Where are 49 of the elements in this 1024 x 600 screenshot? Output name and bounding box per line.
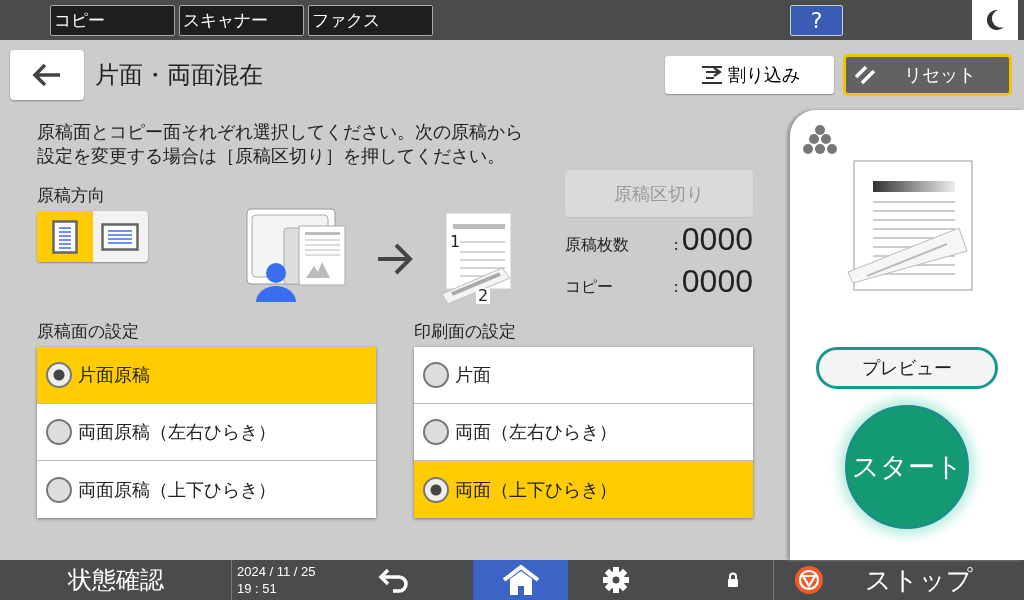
instruction-text: 原稿面とコピー面それぞれ選択してください。次の原稿から [37, 120, 524, 144]
interrupt-button[interactable]: 割り込み [665, 56, 834, 94]
reset-slashes-icon [854, 64, 878, 86]
screen-title: 片面・両面混在 [95, 60, 263, 91]
count-colon: : [673, 277, 679, 296]
help-button[interactable]: ? [790, 4, 843, 36]
count-colon: : [673, 235, 679, 254]
radio-option[interactable]: 両面原稿（上下ひらき） [37, 461, 376, 518]
home-button[interactable] [473, 560, 568, 600]
app-tab[interactable]: スキャナー [179, 4, 304, 36]
back-arrow-icon [32, 63, 62, 87]
settings-icon [602, 567, 629, 593]
radio-option[interactable]: 両面（左右ひらき） [414, 404, 753, 461]
landscape-page-icon [101, 222, 140, 251]
stop-icon [794, 565, 824, 595]
app-tab[interactable]: ファクス [308, 4, 433, 36]
orientation-option[interactable] [92, 211, 148, 262]
preview-button[interactable]: プレビュー [816, 347, 998, 389]
radio-option[interactable]: 両面原稿（左右ひらき） [37, 404, 376, 461]
radio-option[interactable]: 両面（上下ひらき） [414, 461, 753, 518]
instruction-text: 設定を変更する場合は［原稿区切り］を押してください。 [37, 144, 506, 168]
status-check-button[interactable]: 状態確認 [0, 560, 232, 600]
date-text: 2024 / 11 / 25 [237, 563, 317, 580]
page-number: 1 [450, 232, 461, 251]
page-number: 2 [476, 288, 491, 304]
portrait-page-icon [51, 219, 78, 254]
start-button[interactable]: スタート [845, 405, 969, 529]
section-label: 原稿面の設定 [37, 320, 140, 343]
orientation-label: 原稿方向 [37, 184, 106, 207]
moon-icon [985, 9, 1005, 31]
back-button[interactable] [10, 50, 84, 100]
energy-saver-button[interactable] [972, 0, 1018, 40]
stop-button[interactable]: ストップ [773, 560, 1024, 600]
lock-icon [727, 572, 739, 588]
app-tab[interactable]: コピー [50, 4, 175, 36]
time-text: 19 : 51 [237, 580, 278, 597]
toner-dots-icon [802, 124, 838, 156]
reset-button[interactable]: リセット [843, 54, 1012, 96]
radio-option[interactable]: 片面原稿 [37, 347, 376, 404]
section-label: 印刷面の設定 [414, 320, 517, 343]
home-icon [500, 564, 541, 596]
orientation-option[interactable] [37, 211, 93, 262]
radio-option[interactable]: 片面 [414, 347, 753, 404]
count-value: 0000 [681, 263, 753, 300]
count-label: コピー [565, 277, 614, 298]
interrupt-icon [699, 64, 724, 86]
count-value: 0000 [681, 221, 753, 258]
right-arrow-icon [376, 242, 414, 276]
count-label: 原稿枚数 [565, 235, 630, 256]
